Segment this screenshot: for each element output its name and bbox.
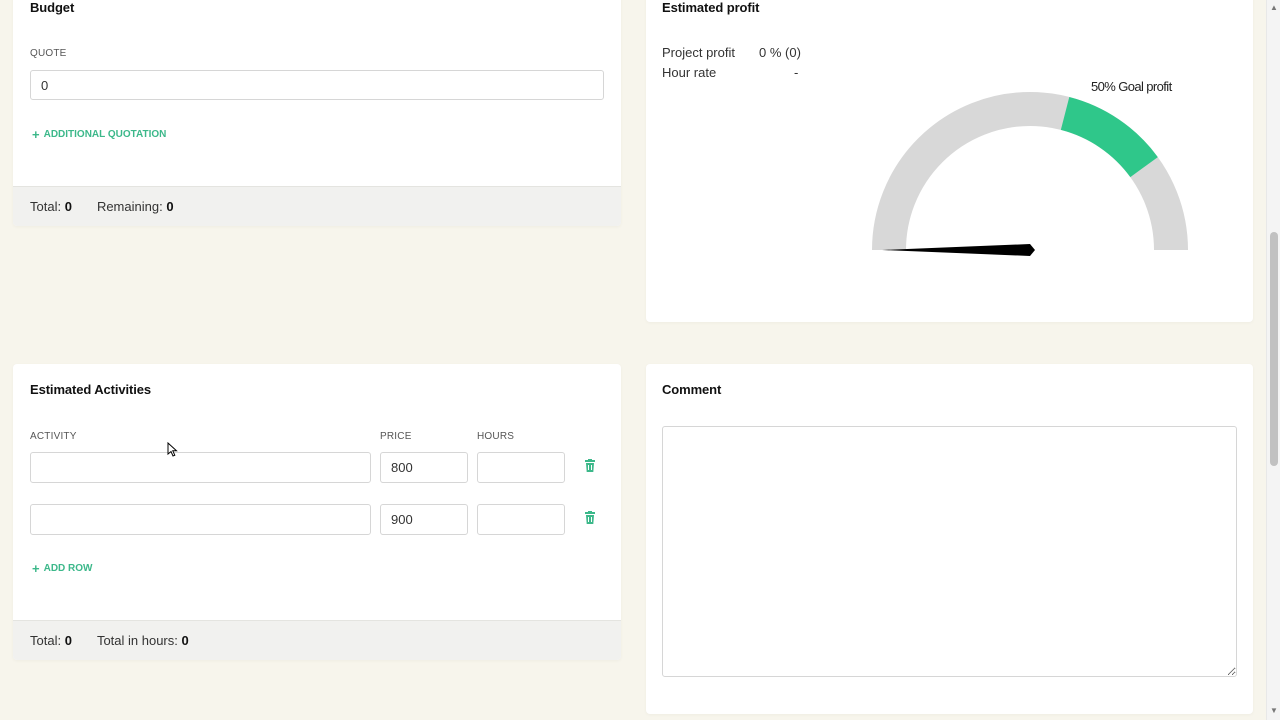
plus-icon: + <box>32 127 40 142</box>
budget-footer: Total: 0 Remaining: 0 <box>13 186 621 226</box>
activities-total-hours: Total in hours: 0 <box>96 633 189 648</box>
budget-remaining: Remaining: 0 <box>96 199 174 214</box>
add-row-button[interactable]: + ADD ROW <box>32 562 92 575</box>
quote-input[interactable] <box>30 70 604 100</box>
add-row-label: ADD ROW <box>43 563 93 574</box>
scroll-down-arrow-icon[interactable]: ▼ <box>1270 706 1278 715</box>
comment-textarea[interactable] <box>662 426 1237 677</box>
hours-input[interactable] <box>477 452 565 483</box>
column-hours: HOURS <box>477 431 515 442</box>
budget-total: Total: 0 <box>30 199 72 214</box>
price-input[interactable] <box>380 452 468 483</box>
scroll-up-arrow-icon[interactable]: ▲ <box>1270 3 1278 12</box>
estimated-profit-card: Estimated profit Project profit 0 % (0) … <box>646 0 1253 322</box>
column-activity: ACTIVITY <box>30 431 77 442</box>
quote-label: QUOTE <box>30 48 67 59</box>
plus-icon: + <box>32 561 40 576</box>
trash-icon[interactable] <box>584 511 596 525</box>
budget-card: Budget QUOTE + ADDITIONAL QUOTATION Tota… <box>13 0 621 226</box>
activities-footer: Total: 0 Total in hours: 0 <box>13 620 621 660</box>
comment-title: Comment <box>662 382 722 397</box>
profit-gauge: 50% Goal profit <box>872 79 1188 256</box>
gauge-goal-label: 50% Goal profit <box>1091 79 1173 94</box>
activity-input[interactable] <box>30 504 371 535</box>
estimated-activities-card: Estimated Activities ACTIVITY PRICE HOUR… <box>13 364 621 660</box>
mouse-cursor-icon <box>167 442 178 457</box>
price-input[interactable] <box>380 504 468 535</box>
activities-title: Estimated Activities <box>30 382 152 397</box>
gauge-goal-band <box>1060 96 1158 178</box>
activity-input[interactable] <box>30 452 371 483</box>
comment-card: Comment <box>646 364 1253 714</box>
additional-quotation-label: ADDITIONAL QUOTATION <box>43 129 167 140</box>
activities-total: Total: 0 <box>30 633 72 648</box>
budget-title: Budget <box>30 0 75 15</box>
trash-icon[interactable] <box>584 459 596 473</box>
page-scrollbar[interactable]: ▲ ▼ <box>1266 0 1280 720</box>
additional-quotation-button[interactable]: + ADDITIONAL QUOTATION <box>32 128 166 141</box>
hours-input[interactable] <box>477 504 565 535</box>
scroll-thumb[interactable] <box>1270 232 1278 466</box>
column-price: PRICE <box>380 431 412 442</box>
